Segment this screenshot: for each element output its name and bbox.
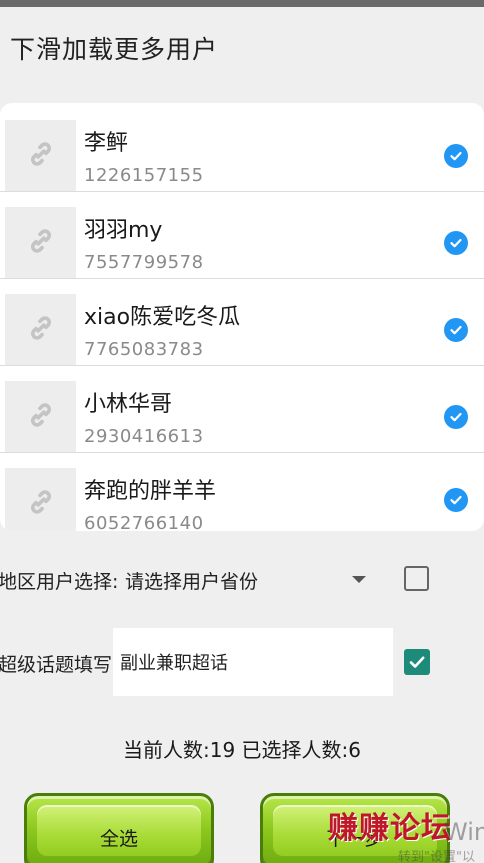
select-all-button[interactable]: 全选 [24,793,214,863]
link-icon [24,398,58,436]
region-checkbox[interactable] [404,566,429,591]
windows-activation-text: Win [444,818,484,846]
link-icon [24,485,58,523]
user-name: 羽羽my [84,218,163,243]
user-name: 小林华哥 [84,392,173,417]
link-icon [24,137,58,175]
user-id: 7557799578 [84,252,204,273]
avatar [5,468,76,531]
triangle-down-icon[interactable] [352,576,366,583]
user-id: 7765083783 [84,339,204,360]
watermark: 赚赚论坛 [328,811,452,846]
user-list-item[interactable]: 羽羽my 7557799578 [0,193,484,279]
page-title: 下滑加载更多用户 [10,35,219,64]
checkmark-icon [409,656,425,668]
user-name: 奔跑的胖羊羊 [84,479,217,504]
windows-settings-text: 转到"设置"以 [398,850,475,863]
select-all-label: 全选 [99,828,138,850]
avatar [5,120,76,191]
region-label: 地区用户选择: [0,571,119,593]
user-name: 李鲆 [84,131,129,156]
user-list[interactable]: 李鲆 1226157155 羽羽my 7557799578 xiao陈爱吃冬瓜 … [0,103,484,531]
check-circle-icon[interactable] [444,318,468,342]
check-circle-icon[interactable] [444,488,468,512]
user-name: xiao陈爱吃冬瓜 [84,305,241,330]
check-circle-icon[interactable] [444,405,468,429]
user-id: 2930416613 [84,426,204,447]
selection-count: 当前人数:19 已选择人数:6 [122,738,361,762]
topic-checkbox[interactable] [404,649,430,675]
link-icon [24,224,58,262]
check-circle-icon[interactable] [444,144,468,168]
user-list-item[interactable]: 小林华哥 2930416613 [0,367,484,453]
topic-label: 超级话题填写: [0,654,119,676]
province-select[interactable]: 请选择用户省份 [116,556,378,604]
status-bar-strip [0,0,484,7]
user-id: 6052766140 [84,513,204,531]
avatar [5,294,76,365]
province-select-value: 请选择用户省份 [125,570,259,593]
link-icon [24,311,58,349]
user-list-item[interactable]: 李鲆 1226157155 [0,106,484,192]
topic-input[interactable] [113,628,393,696]
user-list-item[interactable]: 奔跑的胖羊羊 6052766140 [0,454,484,531]
user-id: 1226157155 [84,165,204,186]
check-circle-icon[interactable] [444,231,468,255]
user-list-item[interactable]: xiao陈爱吃冬瓜 7765083783 [0,280,484,366]
avatar [5,381,76,452]
avatar [5,207,76,278]
